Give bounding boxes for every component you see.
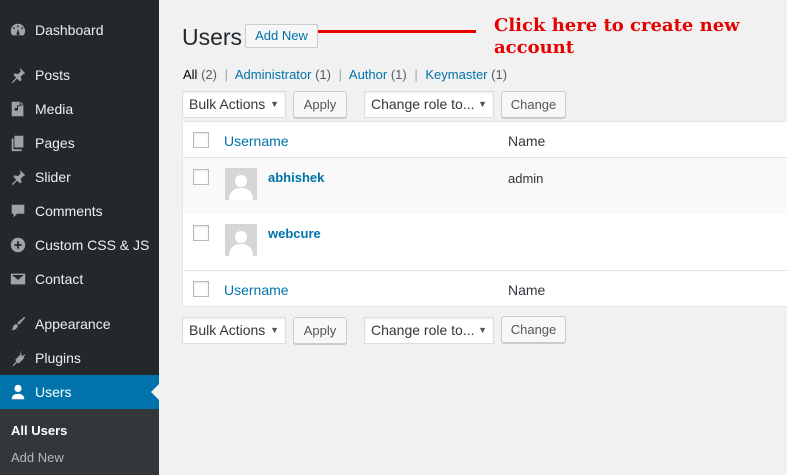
submenu-all-users[interactable]: All Users: [11, 423, 67, 438]
sidebar-item-label: Dashboard: [35, 22, 104, 38]
select-all-checkbox-footer[interactable]: [193, 281, 209, 297]
sidebar-item-dashboard[interactable]: Dashboard: [0, 13, 159, 47]
admin-sidebar: Dashboard Posts Media Pages Slider Comme…: [0, 0, 159, 475]
sidebar-item-media[interactable]: Media: [0, 92, 159, 126]
user-name-cell: admin: [508, 171, 544, 186]
submenu-add-new[interactable]: Add New: [11, 450, 64, 465]
dashboard-icon: [9, 21, 27, 39]
change-button-bottom[interactable]: Change: [501, 316, 566, 343]
filter-author-count: (1): [390, 67, 407, 82]
change-role-select-bottom[interactable]: Change role to... ▼: [364, 317, 494, 344]
add-new-button[interactable]: Add New: [245, 24, 318, 48]
pin-icon: [9, 168, 27, 186]
sidebar-item-label: Custom CSS & JS: [35, 237, 150, 253]
pin-icon: [9, 66, 27, 84]
sidebar-item-posts[interactable]: Posts: [0, 58, 159, 92]
apply-button-top[interactable]: Apply: [293, 91, 347, 118]
page-title: Users: [182, 24, 243, 50]
apply-button-bottom[interactable]: Apply: [293, 317, 347, 344]
sidebar-item-users[interactable]: Users: [0, 375, 159, 409]
annotation-line-2: account: [494, 37, 575, 58]
sidebar-item-comments[interactable]: Comments: [0, 194, 159, 228]
bulk-actions-select-top[interactable]: Bulk Actions ▼: [182, 91, 286, 118]
column-username-header[interactable]: Username: [224, 133, 289, 149]
users-submenu: All Users Add New: [0, 409, 159, 475]
sidebar-item-label: Plugins: [35, 350, 81, 366]
row-checkbox[interactable]: [193, 225, 209, 241]
username-link[interactable]: webcure: [268, 226, 321, 241]
sidebar-item-label: Slider: [35, 169, 71, 185]
filter-administrator-count: (1): [315, 67, 331, 82]
column-username-footer[interactable]: Username: [224, 282, 289, 298]
annotation-line-1: Click here to create new: [494, 15, 740, 36]
change-role-value: Change role to...: [371, 96, 475, 112]
media-icon: [9, 100, 27, 118]
filter-all[interactable]: All: [183, 67, 197, 82]
table-header-row: Username Name: [183, 122, 787, 158]
sidebar-item-slider[interactable]: Slider: [0, 160, 159, 194]
users-table: Username Name abhishek admin webcure Use…: [182, 121, 787, 307]
sidebar-item-label: Posts: [35, 67, 71, 83]
filter-keymaster-count: (1): [491, 67, 508, 82]
sidebar-item-pages[interactable]: Pages: [0, 126, 159, 160]
comment-icon: [9, 202, 27, 220]
sidebar-item-label: Comments: [35, 203, 103, 219]
filter-separator: |: [414, 67, 418, 82]
chevron-down-icon: ▼: [270, 325, 279, 335]
change-role-value: Change role to...: [371, 322, 475, 338]
bulk-actions-value: Bulk Actions: [189, 96, 266, 112]
sidebar-item-label: Media: [35, 101, 74, 117]
filter-all-count: (2): [201, 67, 217, 82]
annotation-arrow-line: [318, 30, 476, 33]
sidebar-item-label: Users: [35, 384, 72, 400]
username-link[interactable]: abhishek: [268, 170, 324, 185]
plugin-icon: [9, 349, 27, 367]
column-name-footer: Name: [508, 282, 546, 298]
sidebar-item-label: Appearance: [35, 316, 111, 332]
annotation-text: Click here to create new account: [494, 15, 779, 59]
chevron-down-icon: ▼: [270, 99, 279, 109]
pages-icon: [9, 134, 27, 152]
select-all-checkbox[interactable]: [193, 132, 209, 148]
user-icon: [9, 383, 27, 401]
table-row: webcure: [183, 214, 787, 270]
filter-separator: |: [338, 67, 342, 82]
change-button-top[interactable]: Change: [501, 91, 566, 118]
column-name-header: Name: [508, 133, 546, 149]
chevron-down-icon: ▼: [478, 325, 487, 335]
avatar: [225, 168, 257, 200]
table-row: abhishek admin: [183, 158, 787, 214]
chevron-down-icon: ▼: [478, 99, 487, 109]
filter-separator: |: [224, 67, 228, 82]
role-filter-links: All (2) | Administrator (1) | Author (1)…: [183, 67, 507, 82]
row-checkbox[interactable]: [193, 169, 209, 185]
bulk-actions-value: Bulk Actions: [189, 322, 266, 338]
sidebar-item-label: Contact: [35, 271, 84, 287]
filter-keymaster[interactable]: Keymaster: [425, 67, 487, 82]
sidebar-item-custom-css-js[interactable]: Custom CSS & JS: [0, 228, 159, 262]
filter-author[interactable]: Author: [349, 67, 387, 82]
mail-icon: [9, 270, 27, 288]
sidebar-item-label: Pages: [35, 135, 75, 151]
sidebar-item-appearance[interactable]: Appearance: [0, 307, 159, 341]
sidebar-item-plugins[interactable]: Plugins: [0, 341, 159, 375]
brush-icon: [9, 315, 27, 333]
bulk-actions-select-bottom[interactable]: Bulk Actions ▼: [182, 317, 286, 344]
plus-circle-icon: [9, 236, 27, 254]
filter-administrator[interactable]: Administrator: [235, 67, 312, 82]
avatar: [225, 224, 257, 256]
table-footer-row: Username Name: [183, 270, 787, 307]
sidebar-item-contact[interactable]: Contact: [0, 262, 159, 296]
change-role-select-top[interactable]: Change role to... ▼: [364, 91, 494, 118]
